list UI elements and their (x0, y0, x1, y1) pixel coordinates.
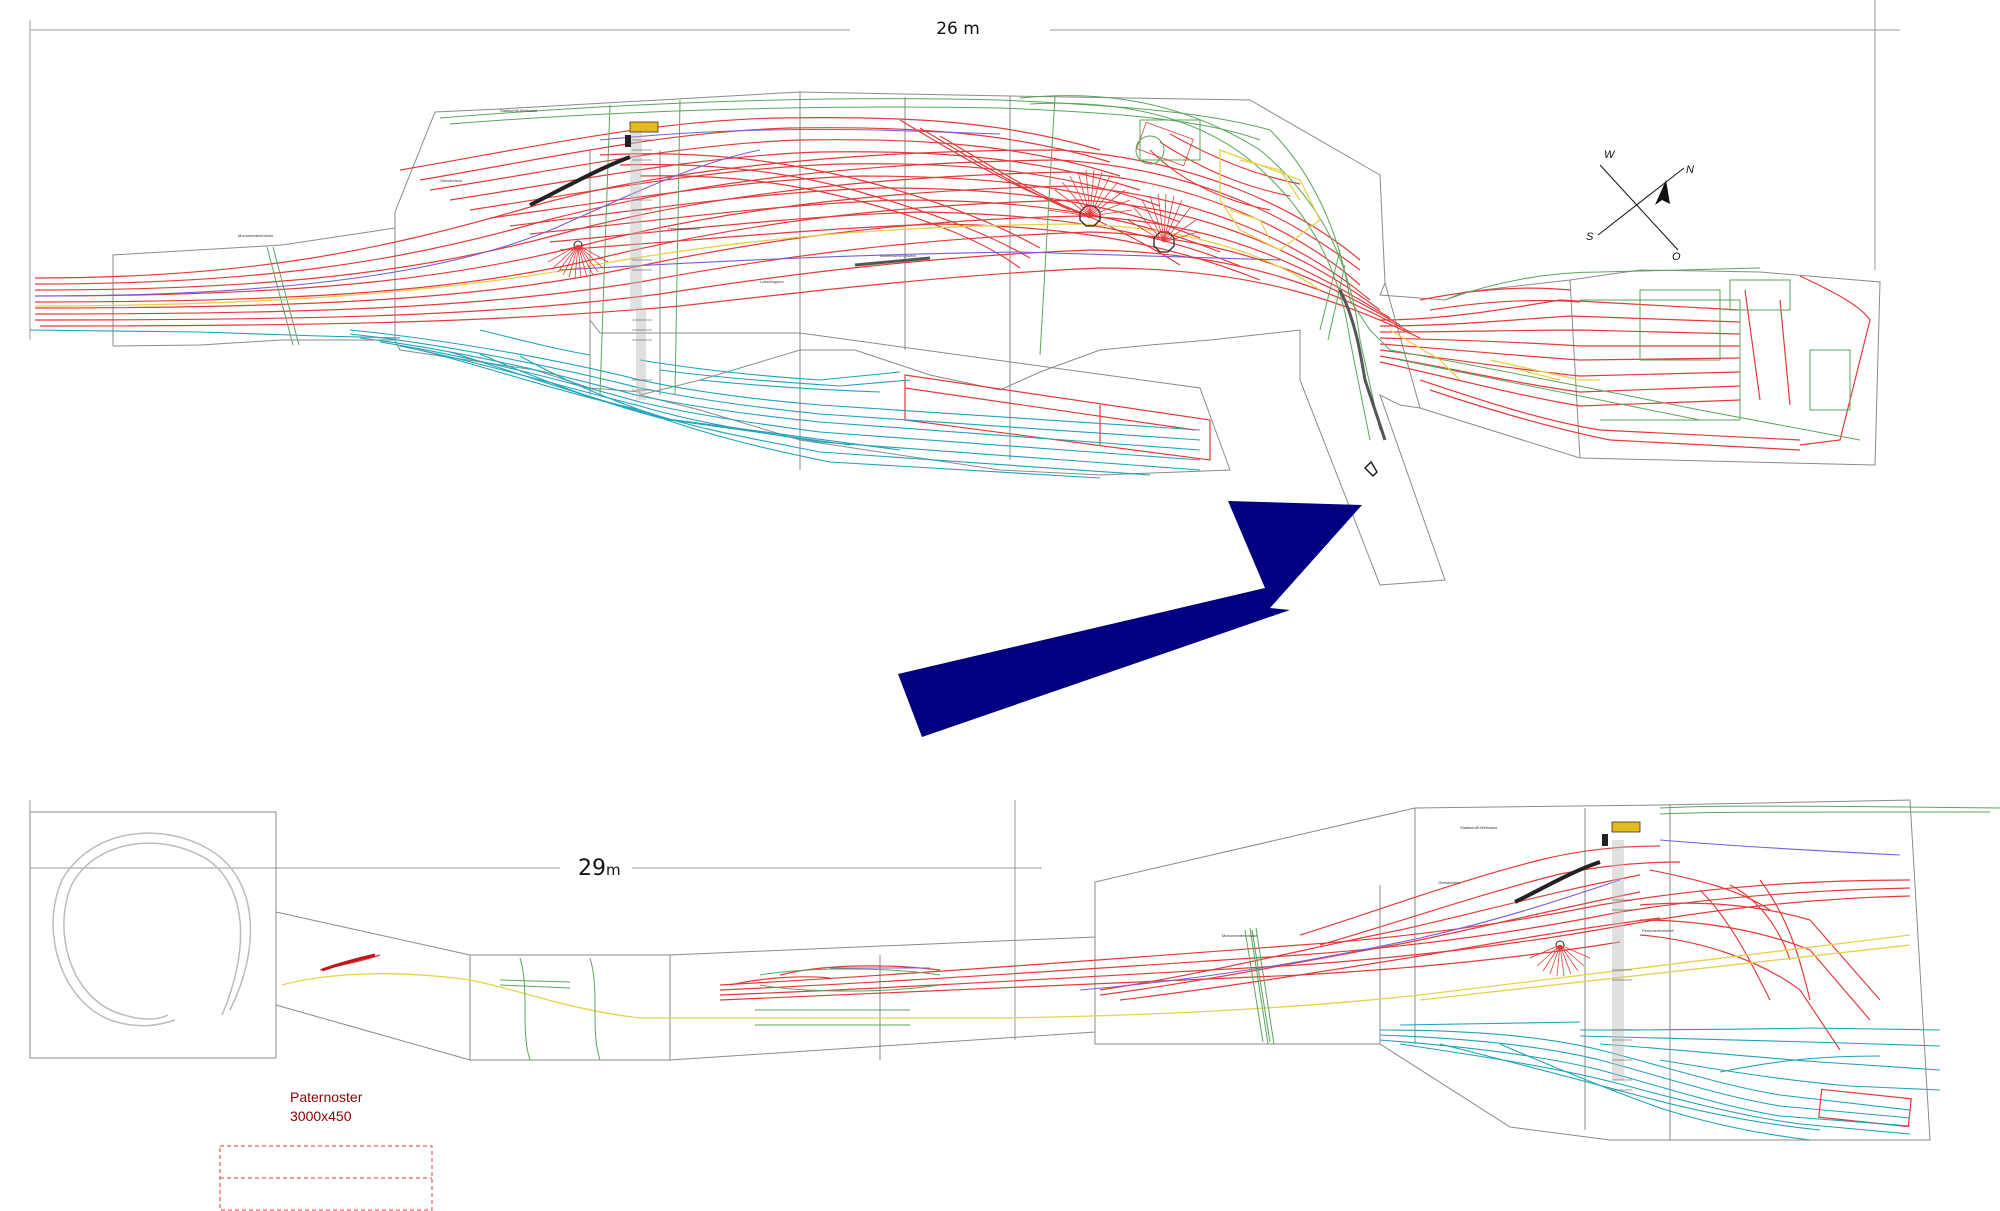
bottom-tracks-cyan (1379, 1021, 1941, 1141)
top-dimension-label: 26 m (936, 19, 980, 39)
bottom-dimension-line (29, 800, 1042, 1058)
paternoster-legend: Paternoster 3000x450 (219, 1089, 433, 1211)
compass-rose: W N S O (1586, 149, 1694, 263)
bottom-small-label-1: Gleisdreieck (1438, 880, 1460, 885)
top-tracks-yellow (34, 149, 1600, 381)
paternoster-size: 3000x450 (290, 1108, 352, 1124)
compass-west: W (1604, 149, 1616, 161)
top-small-label-3: Ausbesserungswerk (880, 253, 916, 258)
top-plan: 26 m Monumentenbrücke Stadtschiff-Werkst… (29, 0, 1900, 586)
top-yard-tracks-cyan (29, 329, 1201, 479)
top-small-label-2: Personenbahnhof (668, 226, 700, 231)
top-baseboard-outline (112, 91, 1881, 586)
direction-arrow-icon (898, 501, 1362, 737)
bottom-bridge (1244, 929, 1271, 1043)
top-bridge-label: Monumentenbrücke (238, 233, 274, 238)
compass-east: O (1672, 251, 1681, 263)
top-main-tracks-red (34, 116, 1871, 461)
compass-arrow-icon (1655, 180, 1670, 205)
top-small-label-4: Lokschuppen (760, 279, 784, 284)
bottom-dimension-number: 29 (578, 856, 606, 881)
top-dimension-line (29, 0, 1900, 340)
top-tracks-green (266, 95, 1861, 441)
compass-south: S (1586, 231, 1594, 243)
top-small-label-1: Gleisdreieck (440, 178, 462, 183)
turntable-bottom (1529, 940, 1591, 977)
bottom-platforms (1514, 821, 1641, 1080)
bottom-red-thick-segment (321, 953, 376, 972)
track-plan-drawing: 26 m Monumentenbrücke Stadtschiff-Werkst… (29, 0, 2000, 1211)
bottom-bridge-label: Monumentenbrücke (1222, 933, 1258, 938)
bottom-dimension-value: 29m (578, 856, 621, 881)
bottom-dimension-unit: m (606, 861, 621, 879)
compass-north: N (1686, 164, 1694, 176)
paternoster-title: Paternoster (290, 1089, 363, 1105)
top-small-label-0: Stadtschiff-Werkstatt (500, 108, 538, 113)
bottom-small-label-2: Personenbahnhof (1642, 928, 1674, 933)
bottom-helix-loop (52, 832, 252, 1027)
top-turntables (547, 169, 1199, 279)
top-tracks-purple (34, 128, 1281, 297)
bottom-small-label-0: Stadtschiff-Werkstatt (1460, 825, 1498, 830)
